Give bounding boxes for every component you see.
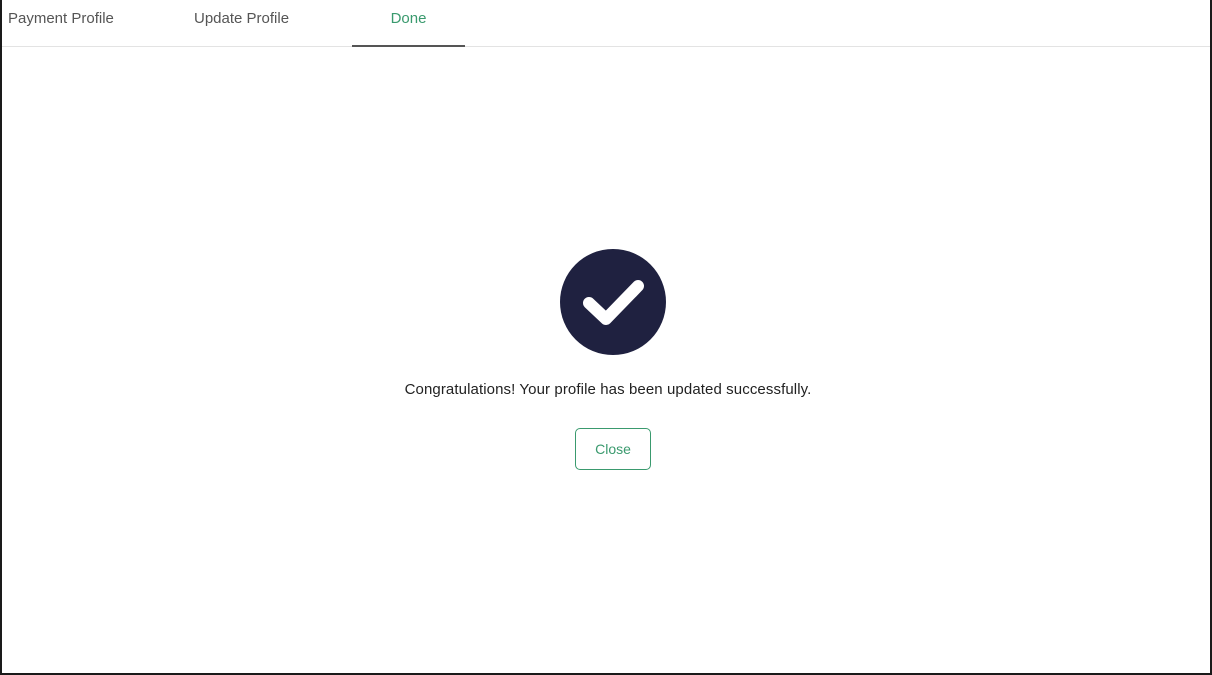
tab-label: Done bbox=[390, 10, 427, 27]
wizard-tab-bar: Payment Profile Update Profile Done bbox=[2, 0, 1210, 47]
tab-label: Update Profile bbox=[194, 10, 290, 27]
profile-wizard-panel: Payment Profile Update Profile Done Cong… bbox=[0, 0, 1212, 675]
checkmark-circle-icon bbox=[560, 249, 666, 355]
success-message: Congratulations! Your profile has been u… bbox=[404, 381, 812, 398]
tab-payment-profile[interactable]: Payment Profile bbox=[8, 0, 114, 46]
tab-update-profile[interactable]: Update Profile bbox=[194, 0, 289, 46]
close-button[interactable]: Close bbox=[575, 428, 651, 470]
active-tab-indicator bbox=[352, 45, 465, 47]
tab-done[interactable]: Done bbox=[352, 0, 465, 47]
tab-label: Payment Profile bbox=[8, 10, 114, 27]
